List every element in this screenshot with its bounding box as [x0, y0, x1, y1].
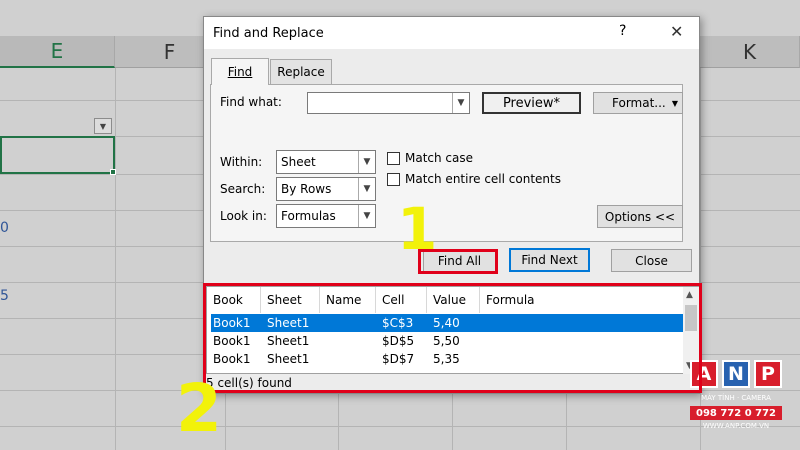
dialog-titlebar[interactable]: Find and Replace ? ✕	[204, 17, 699, 49]
highlight-results	[203, 283, 702, 393]
search-label: Search:	[220, 182, 266, 196]
look-in-label: Look in:	[220, 209, 267, 223]
find-next-button[interactable]: Find Next	[509, 248, 590, 272]
logo-tagline: MÁY TÍNH · CAMERA	[701, 394, 771, 402]
match-case-checkbox[interactable]	[387, 152, 400, 165]
cell-edge-text: 0	[0, 220, 9, 236]
tab-replace-label: Replace	[277, 65, 325, 79]
close-button[interactable]: Close	[611, 249, 692, 272]
format-button[interactable]: Format... ▼	[593, 92, 683, 114]
find-what-label: Find what:	[220, 95, 282, 109]
match-entire-checkbox[interactable]	[387, 173, 400, 186]
chevron-down-icon[interactable]: ▼	[358, 178, 375, 200]
close-icon[interactable]: ✕	[670, 22, 683, 41]
preview-button[interactable]: Preview*	[482, 92, 581, 114]
logo-website: WWW.ANP.COM.VN	[702, 422, 770, 430]
format-dropdown-icon: ▼	[671, 98, 678, 108]
cell-edge-text: 5	[0, 288, 9, 304]
within-select[interactable]: Sheet ▼	[276, 150, 376, 174]
options-button[interactable]: Options <<	[597, 205, 683, 228]
tab-find[interactable]: Find	[211, 58, 269, 85]
match-case-label[interactable]: Match case	[405, 151, 473, 165]
format-button-label: Format...	[612, 96, 666, 110]
grid-line	[0, 426, 800, 427]
chevron-down-icon[interactable]: ▼	[358, 205, 375, 227]
column-header-e[interactable]: E	[0, 36, 115, 68]
fill-handle[interactable]	[110, 169, 116, 175]
look-in-value: Formulas	[281, 209, 336, 223]
search-value: By Rows	[281, 182, 332, 196]
step-marker-2: 2	[176, 370, 222, 447]
match-entire-label[interactable]: Match entire cell contents	[405, 172, 561, 186]
search-select[interactable]: By Rows ▼	[276, 177, 376, 201]
logo-letter: N	[722, 360, 750, 388]
tab-replace[interactable]: Replace	[270, 59, 332, 84]
anp-logo: A N P MÁY TÍNH · CAMERA 098 772 0 772 WW…	[688, 360, 788, 440]
within-value: Sheet	[281, 155, 316, 169]
chevron-down-icon[interactable]: ▼	[452, 93, 469, 113]
look-in-select[interactable]: Formulas ▼	[276, 204, 376, 228]
grid-line	[115, 68, 116, 450]
tab-find-label: Find	[227, 65, 253, 79]
selected-cell[interactable]	[0, 136, 115, 174]
column-header-k[interactable]: K	[700, 36, 800, 68]
chevron-down-icon[interactable]: ▼	[358, 151, 375, 173]
help-button[interactable]: ?	[619, 23, 626, 39]
logo-letter: P	[754, 360, 782, 388]
dialog-title: Find and Replace	[213, 26, 324, 41]
filter-dropdown-button[interactable]: ▼	[94, 118, 112, 134]
step-marker-1: 1	[397, 195, 438, 263]
logo-phone: 098 772 0 772	[690, 406, 782, 420]
within-label: Within:	[220, 155, 263, 169]
find-what-input[interactable]: ▼	[307, 92, 470, 114]
